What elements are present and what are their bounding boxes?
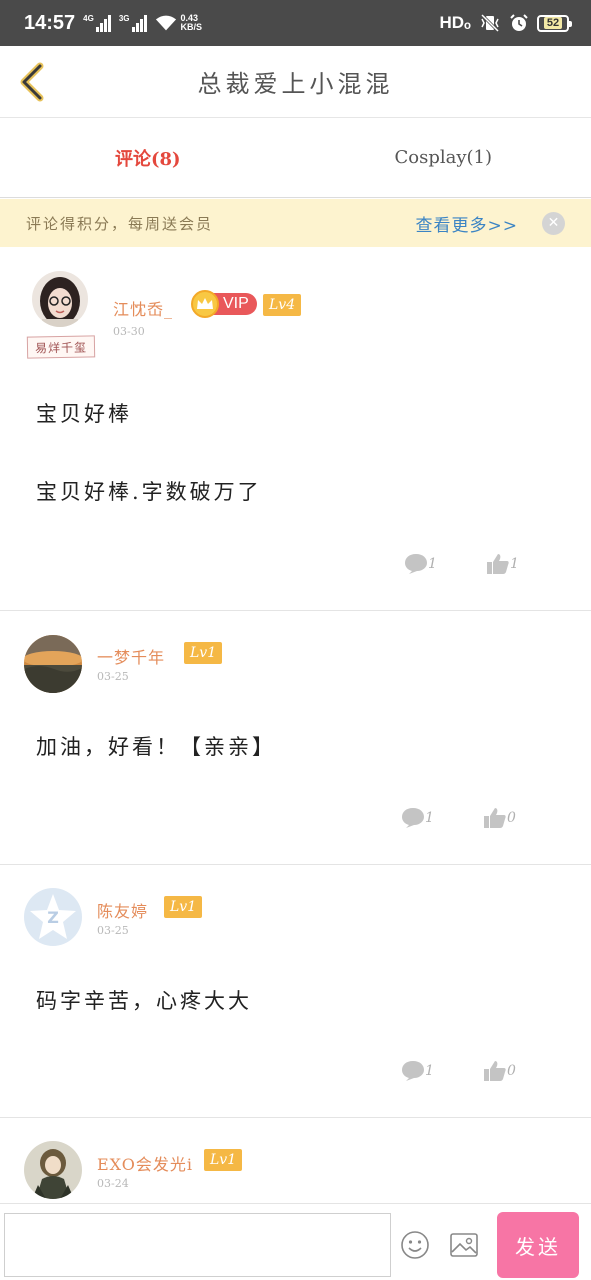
comment-date: 03-25 xyxy=(97,670,129,683)
image-icon[interactable] xyxy=(449,1230,479,1260)
tab-bar: 评论(8) Cosplay(1) xyxy=(0,118,591,198)
comment-username[interactable]: 陈友婷 xyxy=(97,898,148,922)
tab-cosplay[interactable]: Cosplay(1) xyxy=(296,118,591,197)
hd-indicator: HDₒ xyxy=(439,13,471,32)
close-icon[interactable]: ✕ xyxy=(542,211,565,235)
notice-banner: 评论得积分，每周送会员 查看更多>> ✕ xyxy=(0,199,591,247)
level-badge: Lv4 xyxy=(263,294,302,316)
like-button[interactable]: 0 xyxy=(483,807,516,829)
like-button[interactable]: 1 xyxy=(486,553,519,575)
like-count: 0 xyxy=(507,1063,516,1079)
reply-button[interactable]: 1 xyxy=(404,553,437,575)
alarm-icon xyxy=(510,14,528,31)
signal-3g-icon: 3G xyxy=(119,14,147,32)
chevron-left-icon[interactable] xyxy=(16,62,48,102)
vip-label: VIP xyxy=(213,293,257,315)
like-count: 1 xyxy=(510,556,519,572)
comment-text: 加油，好看！【亲亲】 xyxy=(36,735,276,759)
tab-comments[interactable]: 评论(8) xyxy=(0,118,296,197)
comment-date: 03-25 xyxy=(97,924,129,937)
comment-item: Z 陈友婷 Lv1 03-25 码字辛苦，心疼大大 1 0 xyxy=(0,865,591,1118)
avatar-image xyxy=(32,271,88,327)
vibrate-mute-icon xyxy=(480,13,500,33)
page-title: 总裁爱上小混混 xyxy=(197,70,394,98)
user-pendant-badge: 易烊千玺 xyxy=(26,335,96,359)
comment-item: 一梦千年 Lv1 03-25 加油，好看！【亲亲】 1 0 xyxy=(0,611,591,865)
like-button[interactable]: 0 xyxy=(483,1060,516,1082)
comment-date: 03-30 xyxy=(113,325,145,338)
status-time: 14:57 xyxy=(24,11,76,34)
comment-username[interactable]: EXO会发光i xyxy=(97,1151,193,1175)
wifi-icon xyxy=(155,15,176,31)
comment-item: EXO会发光i Lv1 03-24 xyxy=(0,1118,591,1203)
level-badge: Lv1 xyxy=(164,896,203,918)
level-badge: Lv1 xyxy=(204,1149,243,1171)
thumbs-up-icon xyxy=(484,808,506,828)
comment-bubble-icon xyxy=(402,808,424,828)
view-more-link[interactable]: 查看更多>> xyxy=(416,211,519,236)
avatar-image xyxy=(24,635,82,693)
avatar[interactable] xyxy=(32,271,88,327)
status-bar: 14:57 4G 3G 0.43 KB/S HDₒ 52 xyxy=(0,0,591,46)
comment-input-bar: 发送 xyxy=(0,1203,591,1280)
comment-text: 宝贝好棒 xyxy=(36,402,132,426)
comment-username[interactable]: 江忱岙_ xyxy=(113,296,173,320)
network-speed: 0.43 KB/S xyxy=(181,14,203,32)
like-count: 0 xyxy=(507,810,516,826)
crown-icon xyxy=(191,290,219,318)
network-speed-unit: KB/S xyxy=(180,22,203,32)
app-header: 总裁爱上小混混 xyxy=(0,46,591,118)
avatar[interactable] xyxy=(24,1141,82,1199)
comment-input[interactable] xyxy=(4,1213,391,1277)
signal-3g-label: 3G xyxy=(118,14,130,23)
reply-count: 1 xyxy=(428,556,437,572)
emoji-icon[interactable] xyxy=(400,1230,430,1260)
reply-button[interactable]: 1 xyxy=(401,1060,434,1082)
reply-count: 1 xyxy=(425,1063,434,1079)
avatar-image: Z xyxy=(24,888,82,946)
svg-text:Z: Z xyxy=(47,908,59,927)
battery-icon: 52 xyxy=(537,14,572,32)
comment-text: 宝贝好棒.字数破万了 xyxy=(36,480,262,504)
level-badge: Lv1 xyxy=(184,642,223,664)
comment-bubble-icon xyxy=(402,1061,424,1081)
avatar[interactable] xyxy=(24,635,82,693)
comment-text: 码字辛苦，心疼大大 xyxy=(36,989,252,1013)
signal-4g-icon: 4G xyxy=(83,14,111,32)
comment-bubble-icon xyxy=(405,554,427,574)
comment-date: 03-24 xyxy=(97,1177,129,1190)
reply-button[interactable]: 1 xyxy=(401,807,434,829)
thumbs-up-icon xyxy=(484,1061,506,1081)
thumbs-up-icon xyxy=(487,554,509,574)
reply-count: 1 xyxy=(425,810,434,826)
vip-badge: VIP xyxy=(191,290,257,318)
battery-level: 52 xyxy=(543,17,563,29)
avatar[interactable]: Z xyxy=(24,888,82,946)
signal-4g-label: 4G xyxy=(83,14,94,23)
avatar-image xyxy=(24,1141,82,1199)
comment-username[interactable]: 一梦千年 xyxy=(97,644,165,668)
send-button[interactable]: 发送 xyxy=(497,1212,579,1278)
comment-item: 易烊千玺 江忱岙_ VIP Lv4 03-30 宝贝好棒 宝贝好棒.字数破万了 … xyxy=(0,247,591,611)
notice-message: 评论得积分，每周送会员 xyxy=(26,214,214,233)
